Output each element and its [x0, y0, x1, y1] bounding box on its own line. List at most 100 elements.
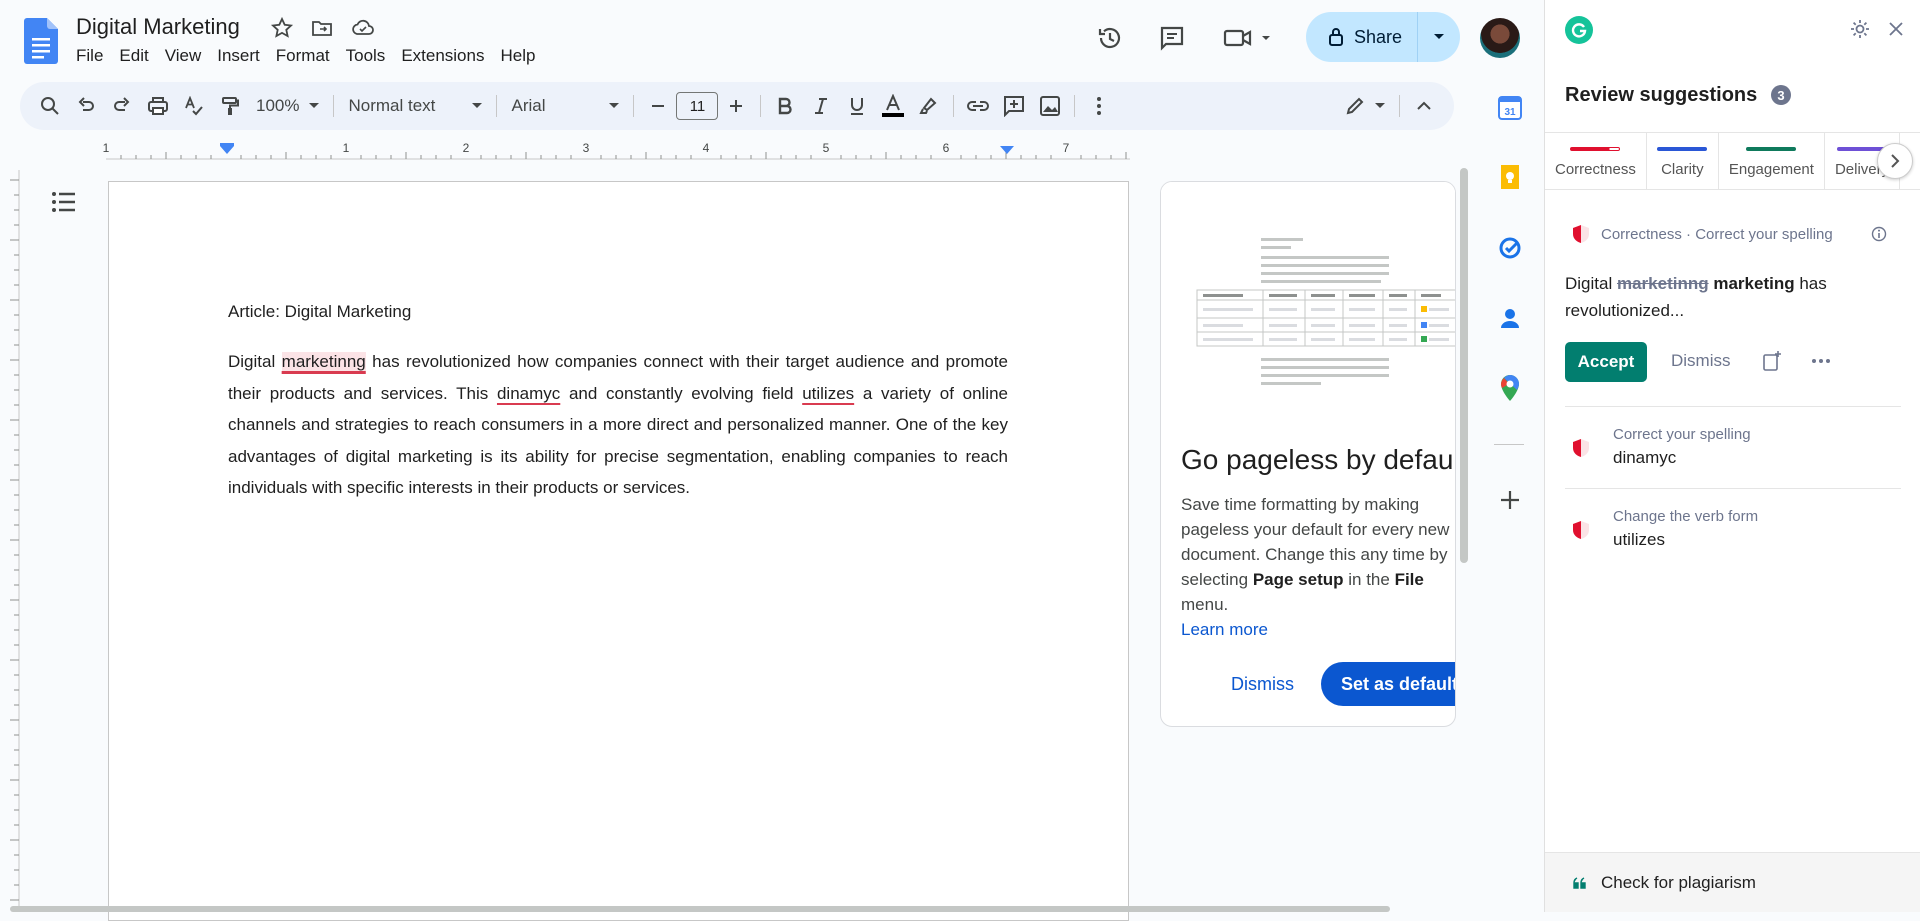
- tab-correctness[interactable]: Correctness: [1545, 133, 1647, 189]
- more-options-icon[interactable]: [1081, 90, 1117, 122]
- insert-image-icon[interactable]: [1032, 90, 1068, 122]
- close-icon[interactable]: [1887, 20, 1905, 38]
- suggestion-item-title[interactable]: Change the verb form: [1613, 508, 1758, 525]
- correctness-shield-icon: [1569, 222, 1593, 246]
- suggestion-item-word[interactable]: dinamyc: [1613, 448, 1676, 468]
- underline-icon[interactable]: [839, 90, 875, 122]
- menu-format[interactable]: Format: [268, 46, 338, 66]
- right-indent-marker[interactable]: [1000, 146, 1014, 154]
- menu-file[interactable]: File: [68, 46, 111, 66]
- undo-icon[interactable]: [68, 90, 104, 122]
- snippet-suggested-word: marketing: [1713, 274, 1795, 293]
- insert-link-icon[interactable]: [960, 90, 996, 122]
- more-options-icon[interactable]: [1811, 358, 1831, 364]
- snippet-removed-word: marketinng: [1616, 274, 1709, 293]
- horizontal-ruler[interactable]: 1 1 2 3 4 5 6 7: [20, 140, 1130, 160]
- decrease-font-size-icon[interactable]: [640, 90, 676, 122]
- calendar-icon[interactable]: 31: [1494, 92, 1526, 124]
- tasks-icon[interactable]: [1494, 232, 1526, 264]
- comments-icon[interactable]: [1156, 22, 1188, 54]
- cloud-saved-icon[interactable]: [350, 16, 374, 40]
- share-main[interactable]: Share: [1306, 12, 1418, 62]
- dismiss-button[interactable]: Dismiss: [1671, 351, 1731, 371]
- pageless-text: in the: [1343, 570, 1395, 589]
- highlight-color-icon[interactable]: [911, 90, 947, 122]
- zoom-select[interactable]: 100%: [248, 90, 327, 122]
- document-page[interactable]: [108, 181, 1129, 921]
- first-line-indent-marker[interactable]: [220, 143, 234, 146]
- star-icon[interactable]: [270, 16, 294, 40]
- increase-font-size-icon[interactable]: [718, 90, 754, 122]
- tab-label: Engagement: [1728, 160, 1814, 178]
- menu-extensions[interactable]: Extensions: [393, 46, 492, 66]
- italic-icon[interactable]: [803, 90, 839, 122]
- menu-view[interactable]: View: [157, 46, 210, 66]
- add-comment-icon[interactable]: [996, 90, 1032, 122]
- menu-help[interactable]: Help: [492, 46, 543, 66]
- menu-edit[interactable]: Edit: [111, 46, 156, 66]
- suggestion-item-word[interactable]: utilizes: [1613, 530, 1665, 550]
- info-icon[interactable]: [1871, 226, 1887, 242]
- menu-tools[interactable]: Tools: [338, 46, 394, 66]
- horizontal-scrollbar[interactable]: [10, 906, 1390, 912]
- gear-icon[interactable]: [1849, 18, 1871, 40]
- ruler-mark: 3: [583, 141, 590, 155]
- check-plagiarism-button[interactable]: Check for plagiarism: [1545, 852, 1920, 912]
- zoom-value: 100%: [256, 96, 300, 115]
- keep-icon[interactable]: [1494, 162, 1526, 194]
- paint-format-icon[interactable]: [212, 90, 248, 122]
- get-add-ons-plus-icon[interactable]: [1494, 484, 1526, 516]
- bold-icon[interactable]: [767, 90, 803, 122]
- menu-insert[interactable]: Insert: [209, 46, 268, 66]
- share-dropdown-icon[interactable]: [1418, 33, 1460, 41]
- docs-logo-icon[interactable]: [24, 18, 58, 64]
- chevron-right-icon[interactable]: [1877, 143, 1913, 179]
- page-setup-bold: Page setup: [1252, 570, 1344, 589]
- pencil-icon: [1345, 96, 1365, 116]
- accept-button[interactable]: Accept: [1565, 342, 1647, 382]
- tab-engagement[interactable]: Engagement: [1719, 133, 1825, 189]
- grammar-error-utilizes[interactable]: utilizes: [802, 384, 854, 403]
- maps-icon[interactable]: [1494, 372, 1526, 404]
- paragraph-style-select[interactable]: Normal text: [340, 90, 490, 122]
- hide-menus-chevron-up-icon[interactable]: [1406, 90, 1442, 122]
- version-history-icon[interactable]: [1094, 22, 1126, 54]
- font-select[interactable]: Arial: [503, 90, 627, 122]
- spellcheck-icon[interactable]: [176, 90, 212, 122]
- article-paragraph[interactable]: Digital marketinng has revolutionized ho…: [228, 346, 1008, 504]
- ruler-mark: 1: [343, 141, 350, 155]
- move-to-folder-icon[interactable]: [310, 16, 334, 40]
- formatting-toolbar: 100% Normal text Arial 11: [20, 82, 1454, 130]
- tab-label: Correctness: [1555, 160, 1636, 178]
- document-outline-icon[interactable]: [50, 188, 78, 216]
- account-avatar[interactable]: [1480, 18, 1520, 58]
- editing-mode-select[interactable]: [1337, 90, 1393, 122]
- suggestion-item-title[interactable]: Correct your spelling: [1613, 426, 1751, 443]
- vertical-ruler[interactable]: [0, 170, 20, 912]
- text-color-icon[interactable]: [875, 90, 911, 122]
- pageless-dismiss-button[interactable]: Dismiss: [1231, 674, 1294, 695]
- learn-more-link[interactable]: Learn more: [1181, 620, 1268, 639]
- chevron-down-icon: [1375, 103, 1385, 109]
- pageless-text: menu.: [1181, 595, 1229, 614]
- search-menus-icon[interactable]: [32, 90, 68, 122]
- document-title[interactable]: Digital Marketing: [76, 14, 240, 40]
- ruler-mark: 6: [943, 141, 950, 155]
- article-heading[interactable]: Article: Digital Marketing: [228, 302, 411, 322]
- svg-text:31: 31: [1504, 107, 1516, 118]
- chevron-down-icon: [609, 103, 620, 109]
- spelling-error-marketinng[interactable]: marketinng: [281, 352, 366, 371]
- share-button[interactable]: Share: [1306, 12, 1460, 62]
- set-as-default-button[interactable]: Set as default: [1321, 662, 1455, 706]
- tab-clarity[interactable]: Clarity: [1647, 133, 1719, 189]
- vertical-scrollbar[interactable]: [1460, 168, 1468, 563]
- left-indent-marker[interactable]: [220, 146, 234, 154]
- chevron-down-icon: [472, 103, 483, 109]
- spelling-error-dinamyc[interactable]: dinamyc: [497, 384, 560, 403]
- redo-icon[interactable]: [104, 90, 140, 122]
- meet-icon[interactable]: [1222, 22, 1274, 54]
- print-icon[interactable]: [140, 90, 176, 122]
- contacts-icon[interactable]: [1494, 302, 1526, 334]
- font-size-input[interactable]: 11: [676, 92, 719, 120]
- add-to-dictionary-icon[interactable]: [1761, 350, 1783, 372]
